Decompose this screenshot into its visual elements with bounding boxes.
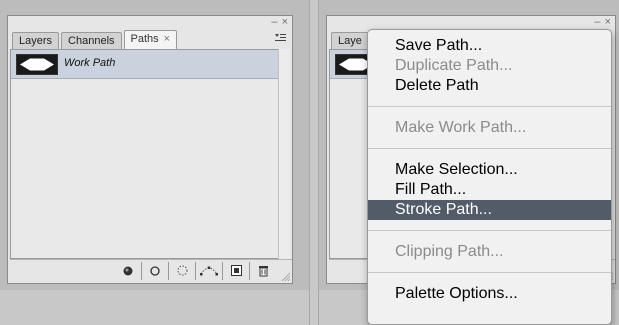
window-controls: – ×	[594, 17, 611, 28]
resize-grip-icon[interactable]	[280, 271, 290, 281]
fill-path-icon[interactable]	[114, 262, 141, 280]
menu-item-make-work-path: Make Work Path...	[395, 119, 527, 136]
delete-path-icon[interactable]	[249, 261, 276, 280]
make-work-path-icon[interactable]	[195, 261, 222, 280]
tab-label: Layers	[19, 35, 53, 47]
stroke-path-icon[interactable]	[141, 261, 168, 280]
panel-footer	[10, 259, 292, 281]
tab-close-icon[interactable]: ×	[164, 33, 170, 45]
menu-separator	[368, 106, 611, 107]
menu-item-delete-path[interactable]: Delete Path	[368, 76, 611, 96]
screenshot-divider	[309, 0, 319, 325]
tab-layers[interactable]: Layers	[12, 32, 60, 49]
path-thumbnail	[16, 54, 58, 75]
paths-panel-menu: Save Path... Duplicate Path... Delete Pa…	[367, 29, 612, 325]
window-controls: – ×	[271, 17, 288, 28]
menu-item-duplicate-path: Duplicate Path...	[395, 57, 513, 74]
close-button[interactable]: ×	[605, 17, 611, 28]
tab-layers[interactable]: Laye	[331, 32, 369, 49]
tab-label: Laye	[338, 35, 362, 47]
panel-tabs: Layers Channels Paths ×	[12, 30, 179, 49]
menu-separator	[368, 148, 611, 149]
panel-tabs: Laye	[331, 30, 371, 49]
path-name: Work Path	[64, 57, 116, 69]
minimize-button[interactable]: –	[271, 17, 277, 28]
menu-item-clipping-path: Clipping Path...	[395, 243, 504, 260]
paths-panel-left: – × Layers Channels Paths × Work Path	[7, 15, 293, 284]
menu-item-make-selection[interactable]: Make Selection...	[368, 160, 611, 180]
load-as-selection-icon[interactable]	[168, 261, 195, 280]
paths-list: Work Path	[10, 49, 280, 259]
menu-item-palette-options[interactable]: Palette Options...	[368, 284, 611, 304]
scrollbar[interactable]	[278, 49, 290, 259]
tab-paths[interactable]: Paths ×	[123, 30, 178, 49]
menu-separator	[368, 272, 611, 273]
menu-separator	[368, 230, 611, 231]
menu-item-fill-path[interactable]: Fill Path...	[368, 180, 611, 200]
menu-item-stroke-path[interactable]: Stroke Path...	[368, 200, 611, 220]
panel-menu-icon[interactable]	[273, 33, 287, 45]
close-button[interactable]: ×	[282, 17, 288, 28]
tab-label: Channels	[68, 35, 115, 47]
tab-channels[interactable]: Channels	[61, 32, 122, 49]
path-row-work-path[interactable]: Work Path	[11, 50, 279, 79]
create-new-path-icon[interactable]	[222, 261, 249, 280]
tab-label: Paths	[130, 33, 159, 45]
minimize-button[interactable]: –	[594, 17, 600, 28]
menu-item-save-path[interactable]: Save Path...	[368, 36, 611, 56]
